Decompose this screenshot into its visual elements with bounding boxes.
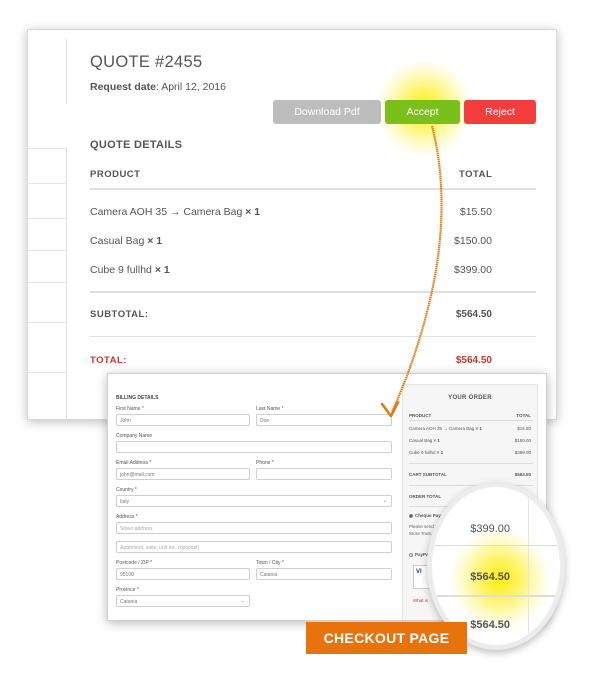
divider [409,463,533,464]
what-is-paypal-link[interactable]: What is [413,598,428,603]
radio-icon [409,552,413,557]
total-label: TOTAL: [90,355,127,366]
total-value: $564.50 [455,355,492,366]
cart-subtotal-label: CART SUBTOTAL [409,472,447,477]
left-column-cell [28,322,67,372]
order-total-label: ORDER TOTAL [409,494,442,499]
first-name-field[interactable]: John [116,414,250,426]
order-item-qty: × 1 [475,426,482,431]
phone-field[interactable] [256,468,392,480]
reject-button[interactable]: Reject [464,100,536,124]
item-total: $399.00 [454,264,492,276]
left-column-cell [28,218,67,250]
item-name: Casual Bag × 1 [90,235,162,247]
request-date-value: : April 12, 2016 [155,81,226,93]
your-order-title: YOUR ORDER [448,395,492,401]
order-item: Camera AOH 35 → Camera Bag × 1 [409,426,482,431]
checkout-page-badge: CHECKOUT PAGE [306,622,467,654]
country-select[interactable]: Italy ⌄ [116,495,392,507]
order-item-name: Camera AOH 35 → Camera Bag [409,426,475,431]
left-column-cell [28,183,67,218]
order-column-total: TOTAL [516,413,531,418]
town-field[interactable]: Catania [256,568,392,580]
last-name-label: Last Name * [256,406,284,412]
left-column-cell [28,38,67,104]
billing-details-heading: BILLING DETAILS [116,395,159,401]
province-value: Catania [120,599,138,605]
request-date-label: Request date [90,81,156,93]
item-qty: × 1 [147,235,163,247]
email-label: Email Address * [116,460,152,466]
left-column-cell [28,282,67,322]
cart-subtotal-value: $564.50 [514,472,531,477]
divider [90,336,536,337]
quote-details-heading: QUOTE DETAILS [90,139,183,151]
order-item-total: $399.00 [514,450,531,455]
column-header-product: PRODUCT [90,169,141,180]
item-qty: × 1 [154,264,170,276]
subtotal-label: SUBTOTAL: [90,309,149,320]
quote-window: QUOTE #2455 Request date: April 12, 2016… [27,29,557,420]
item-total: $150.00 [454,235,492,247]
left-column-cell [28,372,67,419]
divider [409,420,533,421]
item-name-text: Cube 9 fullhd [90,264,152,276]
order-item-name: Casual Bag [409,438,433,443]
item-total: $15.50 [459,206,492,218]
accept-button[interactable]: Accept [385,100,460,124]
item-name-text: Casual Bag [90,235,145,247]
quote-title: QUOTE #2455 [90,53,203,71]
first-name-label: First Name * [116,406,144,412]
street-address-field[interactable]: Street address [116,522,392,534]
left-column [28,30,67,419]
phone-label: Phone * [256,460,274,466]
divider [432,595,560,597]
divider [90,291,536,293]
order-item-qty: × 1 [436,450,444,455]
column-header-total: TOTAL [459,169,493,180]
divider [432,545,560,546]
magnified-value: $399.00 [470,523,510,535]
item-qty: × 1 [245,206,261,218]
postcode-label: Postcode / ZIP * [116,560,153,566]
item-name-text: Camera AOH 35 → Camera Bag [90,206,243,218]
order-column-product: PRODUCT [409,413,432,418]
left-column-cell [28,250,67,282]
subtotal-value: $564.50 [455,309,492,320]
province-label: Province * [116,587,139,593]
order-item-name: Cube 9 fullhd [409,450,436,455]
email-field[interactable]: john@mail.com [116,468,250,480]
province-select[interactable]: Catania ⌄ [116,595,250,607]
item-name: Camera AOH 35 → Camera Bag × 1 [90,206,260,218]
country-label: Country * [116,487,137,493]
magnifier-column-edge [528,487,529,645]
order-item: Casual Bag × 1 [409,438,440,443]
magnified-value: $564.50 [470,619,510,631]
magnified-value: $564.50 [470,571,510,583]
company-name-label: Company Name [116,433,153,439]
town-label: Town / City * [256,560,284,566]
item-name: Cube 9 fullhd × 1 [90,264,170,276]
radio-selected-icon [409,513,413,518]
country-value: Italy [120,499,130,505]
company-name-field[interactable] [116,441,392,453]
apartment-field[interactable]: Apartment, suite, unit etc. (optional) [116,541,392,553]
order-item-total: $15.50 [517,426,531,431]
address-label: Address * [116,514,138,520]
order-item: Cube 9 fullhd × 1 [409,450,443,455]
order-item-total: $150.00 [514,438,531,443]
chevron-down-icon: ⌄ [382,498,387,504]
download-pdf-button[interactable]: Download Pdf [273,100,381,124]
order-item-qty: × 1 [433,438,440,443]
last-name-field[interactable]: Doe [256,414,392,426]
divider [90,188,536,190]
request-date: Request date: April 12, 2016 [90,81,226,93]
left-column-cell [28,148,67,183]
chevron-down-icon: ⌄ [240,598,245,604]
postcode-field[interactable]: 95100 [116,568,250,580]
